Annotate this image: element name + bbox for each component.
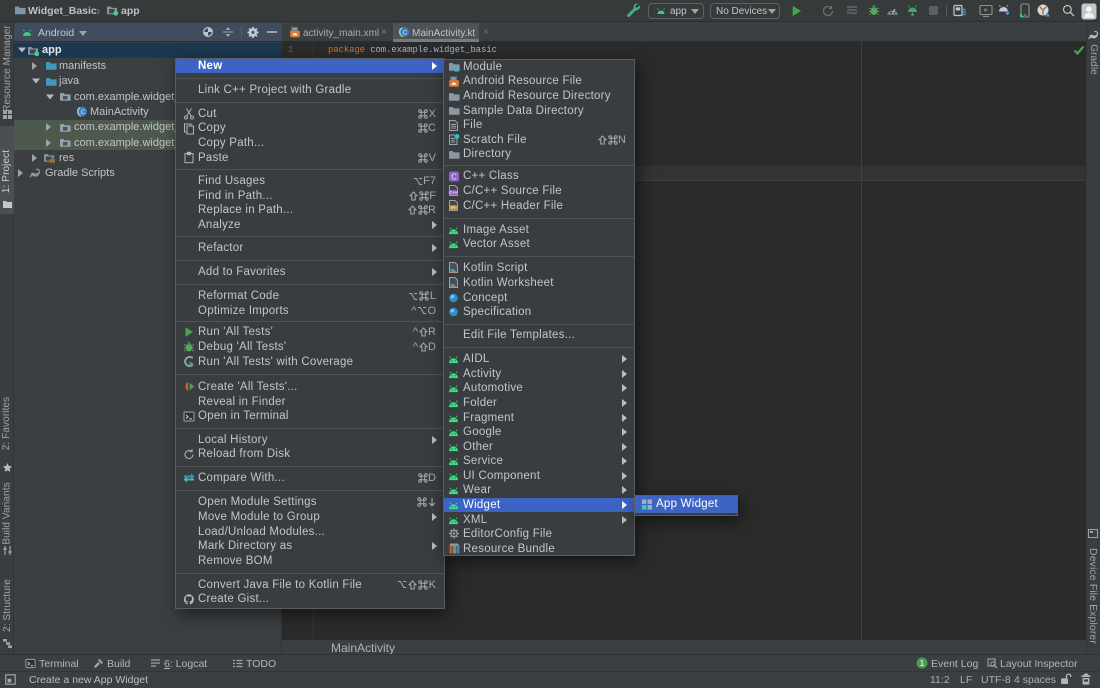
svg-text:1: 1 [920, 658, 925, 668]
svg-text:C++: C++ [449, 190, 458, 195]
svg-text:C: C [403, 30, 408, 37]
svg-text:H: H [451, 205, 454, 210]
svg-text:C: C [451, 172, 457, 181]
svg-text:C: C [80, 110, 85, 117]
